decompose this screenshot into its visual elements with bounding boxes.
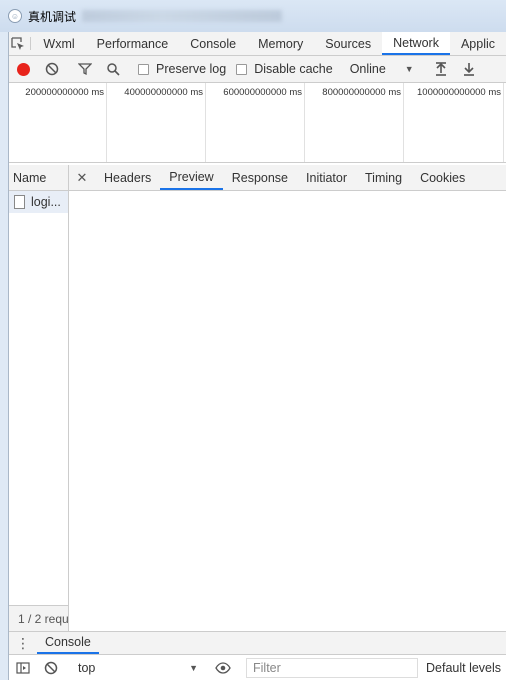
request-name: logi... <box>31 195 61 209</box>
drawer-tab-console[interactable]: Console <box>37 632 99 654</box>
checkbox-box[interactable] <box>236 63 248 75</box>
show-sidebar-icon[interactable] <box>9 654 37 680</box>
tab-memory[interactable]: Memory <box>247 32 314 55</box>
window-title: 真机调试 <box>28 9 77 24</box>
tab-sources[interactable]: Sources <box>314 32 382 55</box>
checkbox-box[interactable] <box>138 63 149 75</box>
preserve-log-checkbox[interactable]: Preserve log <box>138 62 226 76</box>
name-column-header[interactable]: Name <box>9 165 68 191</box>
timeline-division: 600000000000 ms <box>206 83 305 162</box>
timeline-tick-label: 800000000000 ms <box>322 87 401 98</box>
devtools-panel: Wxml Performance Console Memory Sources … <box>8 32 506 680</box>
request-list: Name logi... 1 / 2 requ <box>9 165 69 631</box>
timeline-tick-label: 200000000000 ms <box>25 87 104 98</box>
tab-network[interactable]: Network <box>382 32 450 55</box>
export-har-icon[interactable] <box>455 56 483 83</box>
throttling-value: Online <box>349 62 386 76</box>
preserve-log-label: Preserve log <box>156 62 227 76</box>
dropdown-arrow-icon: ▼ <box>189 662 198 673</box>
network-toolbar: Preserve log Disable cache Online ▼ <box>9 56 506 83</box>
record-icon[interactable] <box>17 62 30 76</box>
context-value: top <box>78 660 96 675</box>
tab-timing[interactable]: Timing <box>356 165 411 190</box>
tab-preview[interactable]: Preview <box>160 165 223 190</box>
timeline-division: 1000000000000 ms <box>404 83 504 162</box>
timeline-division: 400000000000 ms <box>107 83 206 162</box>
window-title-bar: ☺ 真机调试 <box>0 0 506 32</box>
tab-application[interactable]: Applic <box>450 32 506 55</box>
timeline-division: 200000000000 ms <box>9 83 107 162</box>
main-tab-bar: Wxml Performance Console Memory Sources … <box>9 32 506 56</box>
eye-icon[interactable] <box>209 654 237 680</box>
close-icon[interactable]: ✕ <box>69 165 95 190</box>
timeline-tick-label: 600000000000 ms <box>223 87 302 98</box>
import-har-icon[interactable] <box>427 56 455 83</box>
tab-console[interactable]: Console <box>179 32 247 55</box>
tab-performance[interactable]: Performance <box>86 32 180 55</box>
search-icon[interactable] <box>99 56 127 83</box>
network-split-view: Name logi... 1 / 2 requ ✕ Headers Previe… <box>9 165 506 631</box>
console-filter-input[interactable] <box>246 657 418 678</box>
more-options-icon[interactable]: ⋮ <box>9 632 37 654</box>
clear-console-icon[interactable] <box>37 654 65 680</box>
dropdown-arrow-icon: ▼ <box>404 64 414 74</box>
toolbar-divider <box>29 37 31 50</box>
request-detail-pane: ✕ Headers Preview Response Initiator Tim… <box>69 165 506 631</box>
app-logo-icon: ☺ <box>8 9 22 23</box>
timeline-tick-label: 1000000000000 ms <box>417 87 501 98</box>
log-levels-select[interactable]: Default levels <box>426 661 501 675</box>
request-count-status: 1 / 2 requ <box>9 605 68 631</box>
tab-response[interactable]: Response <box>223 165 297 190</box>
tab-initiator[interactable]: Initiator <box>297 165 356 190</box>
filter-icon[interactable] <box>71 56 99 83</box>
drawer-tab-bar: ⋮ Console <box>9 631 506 655</box>
disable-cache-checkbox[interactable]: Disable cache <box>236 62 333 76</box>
timeline-division: 800000000000 ms <box>305 83 404 162</box>
tab-headers[interactable]: Headers <box>95 165 160 190</box>
inspect-element-icon[interactable] <box>9 32 28 55</box>
tab-cookies[interactable]: Cookies <box>411 165 474 190</box>
throttling-select[interactable]: Online ▼ <box>342 62 422 76</box>
clear-icon[interactable] <box>38 56 66 83</box>
detail-tab-bar: ✕ Headers Preview Response Initiator Tim… <box>69 165 506 191</box>
file-icon <box>14 195 25 209</box>
disable-cache-label: Disable cache <box>254 62 333 76</box>
network-overview-timeline[interactable]: 200000000000 ms 400000000000 ms 60000000… <box>9 83 506 163</box>
request-row[interactable]: logi... <box>9 191 68 213</box>
console-toolbar: top ▼ Default levels <box>9 655 506 680</box>
blurred-title-detail <box>82 10 283 22</box>
context-select[interactable]: top ▼ <box>70 661 204 675</box>
tab-wxml[interactable]: Wxml <box>32 32 85 55</box>
timeline-tick-label: 400000000000 ms <box>124 87 203 98</box>
